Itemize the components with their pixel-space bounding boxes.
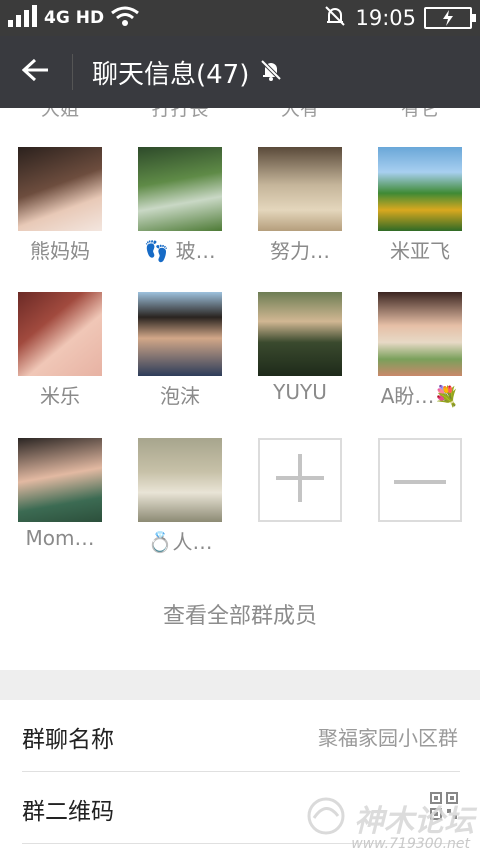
hd-label: HD bbox=[75, 8, 105, 28]
avatar bbox=[138, 147, 222, 231]
partial-row: 大姐 打打丧 大有 有它 bbox=[0, 108, 480, 120]
member-tile[interactable]: A盼…💐 bbox=[368, 292, 472, 409]
watermark-logo-icon bbox=[304, 796, 350, 840]
member-tile[interactable]: YUYU bbox=[248, 292, 352, 404]
wifi-icon bbox=[110, 5, 140, 31]
view-all-members-link[interactable]: 查看全部群成员 bbox=[0, 598, 480, 630]
member-tile[interactable]: 熊妈妈 bbox=[8, 147, 112, 264]
avatar bbox=[378, 147, 462, 231]
signal-icon bbox=[8, 5, 38, 31]
remove-member-button[interactable] bbox=[378, 438, 462, 522]
minus-icon bbox=[394, 471, 446, 490]
alarm-off-icon bbox=[323, 4, 347, 32]
watermark-text: 神木论坛 bbox=[354, 804, 474, 839]
avatar bbox=[258, 292, 342, 376]
group-name-value: 聚福家园小区群 bbox=[318, 726, 458, 750]
member-name: 米亚飞 bbox=[390, 239, 450, 263]
back-arrow-icon bbox=[21, 58, 50, 86]
member-grid: 大姐 打打丧 大有 有它 熊妈妈 👣 玻… 努力… 米亚飞 米乐 泡沫 YUYU… bbox=[0, 108, 480, 670]
status-left: 4G HD bbox=[8, 5, 140, 31]
battery-icon bbox=[424, 7, 476, 29]
partial-member-name: 大有 bbox=[280, 108, 319, 120]
member-tile[interactable]: 💍人… bbox=[128, 438, 232, 555]
partial-member-name: 有它 bbox=[400, 108, 439, 120]
network-type-label: 4G bbox=[44, 8, 70, 28]
member-tile[interactable]: 努力… bbox=[248, 147, 352, 264]
section-gap bbox=[0, 670, 480, 700]
member-name: 💍人… bbox=[147, 530, 213, 554]
avatar bbox=[18, 438, 102, 522]
back-button[interactable] bbox=[12, 48, 60, 96]
group-name-label: 群聊名称 bbox=[22, 727, 114, 753]
avatar bbox=[138, 438, 222, 522]
title-bar: 聊天信息(47) bbox=[0, 36, 480, 108]
group-name-row[interactable]: 群聊名称 聚福家园小区群 bbox=[0, 700, 480, 772]
member-name: 米乐 bbox=[40, 384, 80, 408]
partial-member-name: 打打丧 bbox=[151, 108, 209, 120]
status-right: 19:05 bbox=[323, 4, 476, 32]
member-name: YUYU bbox=[273, 380, 327, 404]
member-name: 熊妈妈 bbox=[30, 239, 90, 263]
group-qr-label: 群二维码 bbox=[22, 799, 114, 825]
member-tile[interactable]: 👣 玻… bbox=[128, 147, 232, 264]
status-bar: 4G HD 19:05 bbox=[0, 0, 480, 36]
mute-bell-icon bbox=[259, 58, 283, 86]
page-title-text: 聊天信息(47) bbox=[92, 59, 250, 90]
partial-member-name: 大姐 bbox=[40, 108, 79, 120]
clock-time: 19:05 bbox=[355, 6, 416, 30]
member-tile[interactable]: Mom… bbox=[8, 438, 112, 550]
avatar bbox=[378, 292, 462, 376]
watermark: 神木论坛 bbox=[304, 796, 474, 840]
member-tile[interactable]: 米亚飞 bbox=[368, 147, 472, 264]
member-name: A盼…💐 bbox=[380, 384, 460, 408]
avatar bbox=[138, 292, 222, 376]
title-divider bbox=[72, 54, 73, 90]
avatar bbox=[18, 292, 102, 376]
avatar bbox=[258, 147, 342, 231]
add-member-button[interactable] bbox=[258, 438, 342, 522]
member-tile[interactable]: 米乐 bbox=[8, 292, 112, 409]
plus-icon bbox=[274, 452, 326, 508]
watermark-url: www.719300.net bbox=[351, 836, 470, 852]
member-tile[interactable]: 泡沫 bbox=[128, 292, 232, 409]
avatar bbox=[18, 147, 102, 231]
member-name: 泡沫 bbox=[160, 384, 200, 408]
page-title: 聊天信息(47) bbox=[92, 54, 283, 90]
member-name: 努力… bbox=[270, 239, 330, 263]
member-name: 👣 玻… bbox=[144, 239, 216, 263]
member-name: Mom… bbox=[25, 526, 95, 550]
